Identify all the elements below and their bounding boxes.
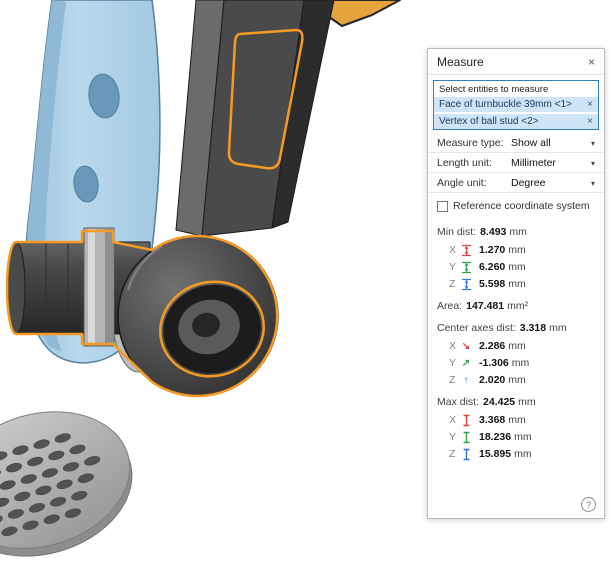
axis-letter: Y — [449, 357, 458, 370]
axis-letter: X — [449, 340, 458, 353]
dropdown-label: Angle unit: — [437, 177, 511, 189]
chevron-down-icon: ▾ — [591, 139, 595, 148]
measure-value: 15.895 — [479, 448, 511, 461]
min-dist-icon — [459, 261, 473, 274]
measure-unit: mm — [508, 278, 526, 291]
chevron-down-icon: ▾ — [591, 179, 595, 188]
min-dist-icon — [459, 278, 473, 291]
max-dist-z-row: Z 15.895 mm — [437, 448, 595, 461]
measure-value: 2.286 — [479, 340, 505, 353]
min-dist-x-row: X 1.270 mm — [437, 244, 595, 257]
entity-selection-box[interactable]: Select entities to measure Face of turnb… — [433, 80, 599, 130]
max-dist-x-row: X 3.368 mm — [437, 414, 595, 427]
checkbox-box[interactable] — [437, 201, 448, 212]
entities-label: Select entities to measure — [434, 81, 598, 97]
min-dist-y-row: Y 6.260 mm — [437, 261, 595, 274]
measure-value: -1.306 — [479, 357, 509, 370]
measure-label: Center axes dist: — [437, 322, 516, 335]
help-icon[interactable]: ? — [581, 497, 596, 512]
measure-unit: mm — [508, 244, 526, 257]
entity-chip-face[interactable]: Face of turnbuckle 39mm <1> × — [434, 97, 598, 112]
panel-title: Measure — [437, 55, 484, 69]
measure-unit: mm — [549, 322, 567, 335]
max-dist-icon — [459, 431, 473, 444]
center-axes-dist-row: Center axes dist: 3.318 mm — [437, 322, 595, 335]
panel-footer: ? — [428, 493, 604, 518]
measure-value: 6.260 — [479, 261, 505, 274]
max-dist-y-row: Y 18.236 mm — [437, 431, 595, 444]
panel-header: Measure × — [428, 49, 604, 75]
dropdown-value: Show all — [511, 137, 587, 149]
min-dist-row: Min dist: 8.493 mm — [437, 226, 595, 239]
measure-unit: mm² — [507, 300, 528, 313]
measure-unit: mm — [508, 261, 526, 274]
measure-unit: mm — [514, 448, 532, 461]
remove-entity-icon[interactable]: × — [587, 99, 593, 110]
measure-label: Max dist: — [437, 396, 479, 409]
area-row: Area: 147.481 mm² — [437, 300, 595, 313]
measure-unit: mm — [512, 357, 530, 370]
measure-type-dropdown[interactable]: Measure type: Show all ▾ — [428, 133, 604, 153]
checkbox-label: Reference coordinate system — [453, 200, 590, 212]
measure-value: 18.236 — [479, 431, 511, 444]
measure-unit: mm — [509, 226, 527, 239]
axis-letter: Z — [449, 448, 458, 461]
collar-washer — [84, 228, 114, 346]
max-dist-icon — [459, 414, 473, 427]
axis-letter: Y — [449, 261, 458, 274]
measure-value: 24.425 — [483, 396, 515, 409]
entity-label: Face of turnbuckle 39mm <1> — [439, 99, 572, 110]
measure-unit: mm — [518, 396, 536, 409]
max-dist-row: Max dist: 24.425 mm — [437, 396, 595, 409]
axis-letter: Y — [449, 431, 458, 444]
center-y-row: Y ↗ -1.306 mm — [437, 357, 595, 370]
measure-unit: mm — [508, 374, 526, 387]
measure-value: 8.493 — [480, 226, 506, 239]
measure-value: 3.368 — [479, 414, 505, 427]
entity-label: Vertex of ball stud <2> — [439, 116, 539, 127]
angle-unit-dropdown[interactable]: Angle unit: Degree ▾ — [428, 173, 604, 193]
center-z-row: Z ↑ 2.020 mm — [437, 374, 595, 387]
measurement-results: Min dist: 8.493 mm X 1.270 mm Y 6.260 mm — [428, 215, 604, 493]
close-icon[interactable]: × — [588, 56, 595, 68]
chevron-down-icon: ▾ — [591, 159, 595, 168]
measure-panel: Measure × Select entities to measure Fac… — [427, 48, 605, 519]
app-window: Measure × Select entities to measure Fac… — [0, 0, 610, 564]
measure-value: 5.598 — [479, 278, 505, 291]
axis-letter: Z — [449, 374, 458, 387]
dropdown-label: Length unit: — [437, 157, 511, 169]
min-dist-z-row: Z 5.598 mm — [437, 278, 595, 291]
measure-label: Min dist: — [437, 226, 476, 239]
measure-value: 2.020 — [479, 374, 505, 387]
axis-letter: X — [449, 244, 458, 257]
axis-letter: X — [449, 414, 458, 427]
dropdown-value: Millimeter — [511, 157, 587, 169]
measure-value: 147.481 — [466, 300, 504, 313]
measure-unit: mm — [508, 414, 526, 427]
arrow-up-icon: ↑ — [459, 374, 473, 387]
measure-value: 3.318 — [520, 322, 546, 335]
measure-label: Area: — [437, 300, 462, 313]
measure-value: 1.270 — [479, 244, 505, 257]
max-dist-icon — [459, 448, 473, 461]
remove-entity-icon[interactable]: × — [587, 116, 593, 127]
arrow-up-right-icon: ↗ — [459, 357, 473, 370]
measure-unit: mm — [514, 431, 532, 444]
dropdown-label: Measure type: — [437, 137, 511, 149]
arrow-down-right-icon: ↘ — [459, 340, 473, 353]
axis-letter: Z — [449, 278, 458, 291]
entity-chip-vertex[interactable]: Vertex of ball stud <2> × — [434, 114, 598, 129]
dropdown-value: Degree — [511, 177, 587, 189]
min-dist-icon — [459, 244, 473, 257]
reference-coordinate-checkbox[interactable]: Reference coordinate system — [428, 193, 604, 215]
length-unit-dropdown[interactable]: Length unit: Millimeter ▾ — [428, 153, 604, 173]
measure-unit: mm — [508, 340, 526, 353]
center-x-row: X ↘ 2.286 mm — [437, 340, 595, 353]
